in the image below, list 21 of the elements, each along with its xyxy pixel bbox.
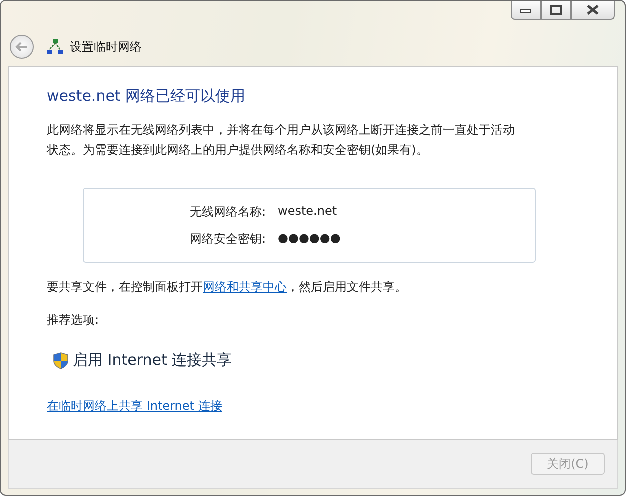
share-internet-link[interactable]: 在临时网络上共享 Internet 连接 [47,398,222,415]
back-arrow-icon [15,41,29,53]
info-value: ●●●●●● [278,230,341,246]
window-title: 设置临时网络 [70,38,142,56]
maximize-icon [550,5,562,15]
recommended-label: 推荐选项: [47,312,100,329]
close-icon [587,5,599,15]
share-instructions: 要共享文件，在控制面板打开网络和共享中心，然后启用文件共享。 [47,279,408,296]
heading: weste.net 网络已经可以使用 [47,87,247,106]
info-value: weste.net [278,204,338,220]
info-label: 网络安全密钥: [188,230,266,248]
maximize-button[interactable] [541,1,571,20]
back-button[interactable] [10,35,34,59]
network-icon [46,38,64,56]
description-text: 此网络将显示在无线网络列表中，并将在每个用户从该网络上断开连接之前一直处于活动状态。为需要连接到此网络上的用户提供网络名称和安全密钥(如果有)。 [47,122,516,159]
network-sharing-center-link[interactable]: 网络和共享中心 [203,280,287,294]
info-label: 无线网络名称: [188,204,266,220]
close-button[interactable] [571,1,615,20]
minimize-button[interactable] [511,1,541,20]
enable-ics-option[interactable]: 启用 Internet 连接共享 [73,351,232,370]
shield-icon [53,352,69,370]
